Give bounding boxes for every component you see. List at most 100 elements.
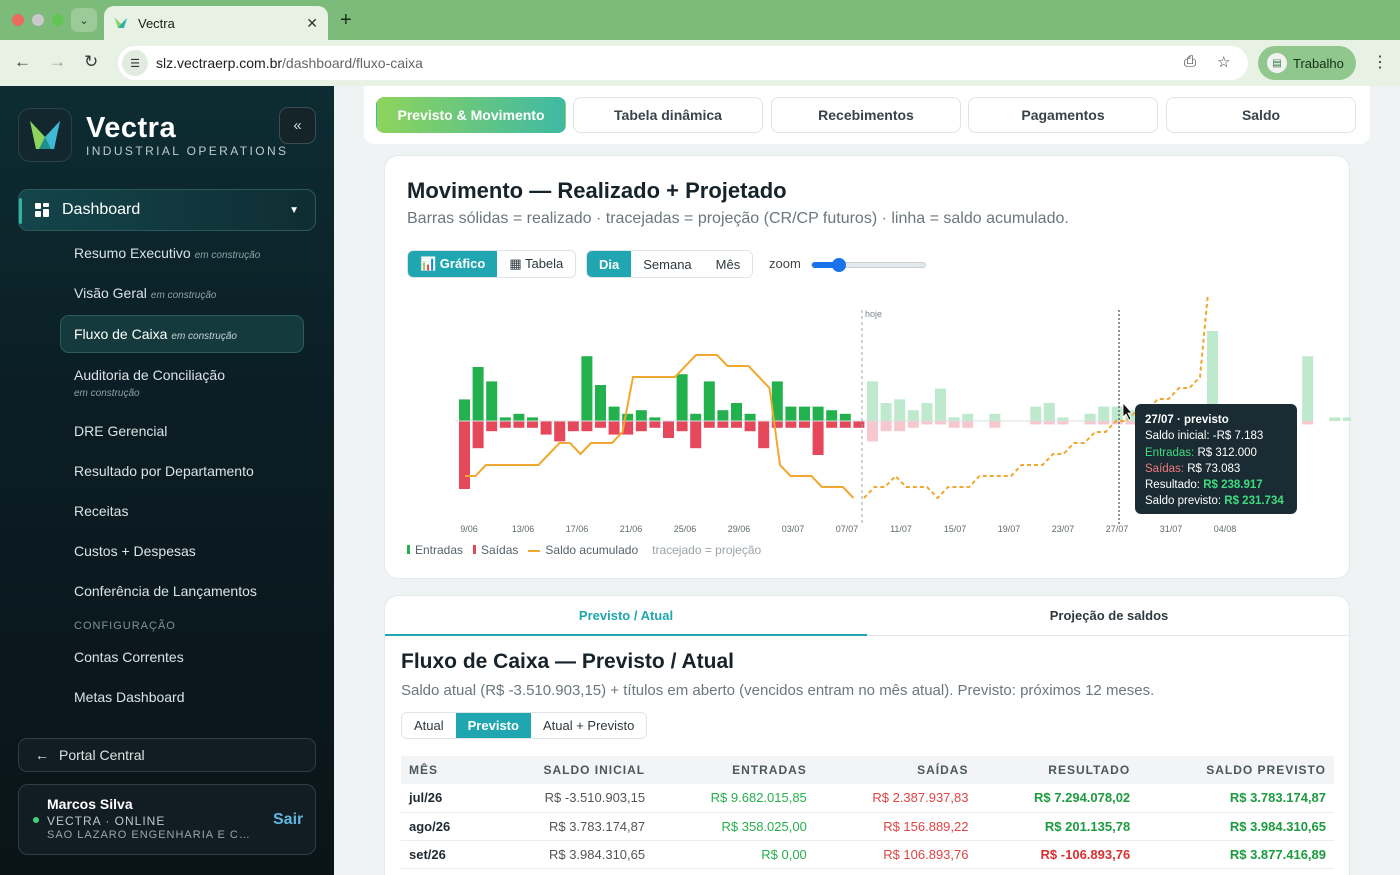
address-bar[interactable]: ☰ slz.vectraerp.com.br/dashboard/fluxo-c… (118, 46, 1248, 80)
bar-entradas (1057, 417, 1069, 421)
bar-saidas (989, 421, 1001, 428)
browser-tab[interactable]: Vectra ✕ (104, 6, 328, 40)
legend-label: Saídas (481, 543, 519, 557)
col-entradas[interactable]: ENTRADAS (653, 756, 815, 784)
tab-projecao-de-saldos[interactable]: Projeção de saldos (867, 596, 1351, 636)
sidebar-item-dre-gerencial[interactable]: DRE Gerencial (74, 423, 167, 439)
sidebar-item-resumo-executivo[interactable]: Resumo Executivo em construção (74, 245, 260, 261)
table-row[interactable]: jul/26 R$ -3.510.903,15 R$ 9.682.015,85 … (401, 784, 1334, 813)
sidebar-item-metas-dashboard[interactable]: Metas Dashboard (74, 689, 185, 705)
period-dia-button[interactable]: Dia (587, 251, 632, 277)
bar-saidas (486, 421, 498, 432)
cell-entradas: R$ 358.025,00 (653, 812, 815, 841)
col-saldo-inicial[interactable]: SALDO INICIAL (483, 756, 654, 784)
period-mes-button[interactable]: Mês (704, 251, 753, 277)
dashboard-label: Dashboard (62, 201, 141, 218)
reload-icon[interactable]: ↻ (84, 52, 98, 72)
bar-entradas (608, 406, 620, 421)
maximize-window-icon[interactable] (52, 14, 64, 26)
tab-tabela-dinamica[interactable]: Tabela dinâmica (573, 97, 763, 133)
sidebar-item-resultado-por-departamento[interactable]: Resultado por Departamento (74, 463, 254, 479)
bar-entradas (867, 381, 878, 421)
sidebar-item-conferencia-de-lancamentos[interactable]: Conferência de Lançamentos (74, 583, 257, 599)
col-saidas[interactable]: SAÍDAS (814, 756, 977, 784)
tab-saldo[interactable]: Saldo (1166, 97, 1356, 133)
bar-entradas (880, 403, 892, 421)
x-tick-label: 04/08 (1214, 524, 1237, 534)
new-tab-icon[interactable]: + (340, 9, 352, 32)
sidebar-item-auditoria-de-conciliacao[interactable]: Auditoria de Conciliação em construção (74, 367, 225, 399)
forward-icon[interactable]: → (49, 52, 66, 72)
site-settings-icon[interactable]: ☰ (122, 50, 148, 76)
col-saldo-previsto[interactable]: SALDO PREVISTO (1138, 756, 1334, 784)
portal-central-button[interactable]: ← Portal Central (18, 738, 316, 772)
bar-saidas (527, 421, 538, 428)
tab-pagamentos[interactable]: Pagamentos (968, 97, 1158, 133)
bar-saidas (744, 421, 756, 432)
view-grafico-button[interactable]: 📊 Gráfico (408, 251, 498, 277)
sidebar-item-custos-despesas[interactable]: Custos + Despesas (74, 543, 196, 559)
bar-entradas (921, 403, 933, 421)
tooltip-label: Entradas: (1145, 446, 1195, 459)
install-app-icon[interactable]: ⎙ (1184, 53, 1196, 70)
sidebar-item-dashboard[interactable]: Dashboard ▼ (18, 189, 316, 231)
tab-previsto-movimento[interactable]: Previsto & Movimento (376, 97, 566, 133)
close-tab-icon[interactable]: ✕ (306, 15, 318, 32)
legend-swatch (528, 549, 541, 552)
col-resultado[interactable]: RESULTADO (976, 756, 1139, 784)
chevron-down-icon: ⌄ (79, 14, 89, 27)
bar-saidas (635, 421, 647, 432)
tab-recebimentos[interactable]: Recebimentos (771, 97, 961, 133)
tab-previsto-atual[interactable]: Previsto / Atual (385, 596, 867, 636)
bar-entradas (907, 410, 919, 421)
tab-search-button[interactable]: ⌄ (71, 8, 97, 32)
arrow-left-icon: ← (35, 747, 49, 763)
movement-card: Movimento — Realizado + Projetado Barras… (384, 155, 1351, 579)
bar-saidas (567, 421, 579, 432)
cell-mes: set/26 (401, 840, 484, 869)
tooltip-saldo-previsto: Saldo previsto: R$ 231.734 (1145, 493, 1287, 509)
logout-button[interactable]: Sair (273, 811, 303, 829)
tooltip-resultado: Resultado: R$ 238.917 (1145, 477, 1287, 493)
sidebar-item-contas-correntes[interactable]: Contas Correntes (74, 649, 184, 665)
bar-saidas (1043, 421, 1055, 425)
zoom-slider[interactable] (811, 258, 926, 272)
x-tick-label: 15/07 (944, 524, 967, 534)
bookmark-star-icon[interactable]: ☆ (1217, 53, 1230, 71)
browser-menu-icon[interactable]: ⋮ (1372, 52, 1388, 72)
user-company: SAO LAZARO ENGENHARIA E CO... (47, 829, 257, 841)
table-row[interactable]: ago/26 R$ 3.783.174,87 R$ 358.025,00 R$ … (401, 812, 1334, 841)
url-path: /dashboard/fluxo-caixa (282, 55, 423, 71)
bar-entradas (1302, 356, 1314, 421)
bar-entradas (527, 417, 538, 421)
period-semana-button[interactable]: Semana (631, 251, 703, 277)
tooltip-entradas: Entradas: R$ 312.000 (1145, 445, 1287, 461)
bar-entradas (799, 406, 810, 421)
close-window-icon[interactable] (12, 14, 24, 26)
x-tick-label: 11/07 (890, 524, 912, 534)
collapse-sidebar-button[interactable]: « (279, 107, 316, 144)
back-icon[interactable]: ← (14, 52, 31, 72)
nav-label: Resumo Executivo (74, 245, 191, 261)
nav-label: Contas Correntes (74, 649, 184, 665)
bar-saidas (554, 421, 566, 442)
mode-atual-previsto-button[interactable]: Atual + Previsto (531, 713, 646, 738)
bar-entradas (676, 374, 688, 421)
bar-entradas (703, 381, 715, 421)
sidebar-item-fluxo-de-caixa[interactable]: Fluxo de Caixa em construção (74, 326, 237, 342)
col-mes[interactable]: MÊS (401, 756, 484, 784)
minimize-window-icon[interactable] (32, 14, 44, 26)
bar-entradas (649, 417, 661, 421)
bar-saidas (608, 421, 620, 435)
sidebar-item-receitas[interactable]: Receitas (74, 503, 128, 519)
sidebar-item-visao-geral[interactable]: Visão Geral em construção (74, 285, 217, 301)
bar-entradas (486, 381, 498, 421)
mode-previsto-button[interactable]: Previsto (455, 713, 531, 738)
view-tabela-button[interactable]: ▦ Tabela (497, 251, 575, 277)
zoom-slider-handle[interactable] (832, 258, 846, 272)
table-row[interactable]: set/26 R$ 3.984.310,65 R$ 0,00 R$ 106.89… (401, 840, 1334, 869)
profile-button[interactable]: ▤ Trabalho (1258, 46, 1356, 80)
legend-swatch (473, 545, 477, 554)
x-tick-label: 9/06 (460, 524, 478, 534)
mode-atual-button[interactable]: Atual (402, 713, 456, 738)
